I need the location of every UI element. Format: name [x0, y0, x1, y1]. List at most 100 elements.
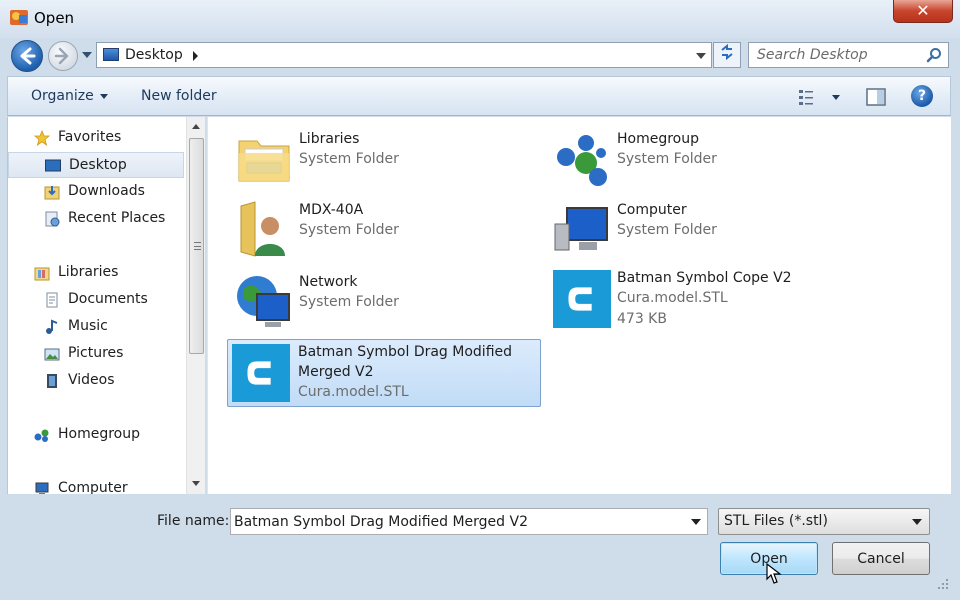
nav-label: Homegroup	[58, 426, 141, 442]
nav-item-downloads[interactable]: Downloads	[8, 179, 184, 205]
file-type: System Folder	[617, 222, 717, 238]
preview-pane-icon[interactable]	[865, 87, 887, 107]
network-icon	[237, 276, 290, 327]
change-view-icon[interactable]	[797, 87, 845, 107]
refresh-button[interactable]	[713, 42, 741, 68]
file-type: System Folder	[617, 151, 717, 167]
file-name: Network	[299, 274, 358, 290]
file-item-homegroup[interactable]: Homegroup System Folder	[547, 125, 859, 191]
close-button[interactable]: ✕	[893, 0, 953, 23]
nav-label: Libraries	[58, 264, 119, 280]
nav-label: Music	[68, 318, 108, 334]
nav-label: Recent Places	[68, 210, 166, 226]
nav-label: Desktop	[69, 157, 127, 173]
file-type: Cura.model.STL	[617, 290, 728, 306]
file-item-batman-cope[interactable]: Batman Symbol Cope V2 Cura.model.STL 473…	[547, 268, 859, 338]
chevron-down-icon[interactable]	[912, 519, 922, 525]
user-folder-icon	[240, 201, 285, 257]
help-icon[interactable]: ?	[911, 85, 933, 107]
new-folder-button[interactable]: New folder	[141, 88, 217, 104]
nav-item-recent-places[interactable]: Recent Places	[8, 206, 184, 232]
navigation-row: Desktop	[0, 38, 960, 76]
cura-icon	[232, 344, 290, 402]
music-icon	[46, 319, 58, 334]
cancel-button-label: Cancel	[857, 551, 905, 567]
recent-pages-dropdown[interactable]	[82, 52, 92, 58]
grip-icon	[194, 242, 201, 250]
libraries-folder-icon	[238, 140, 290, 182]
file-name: Libraries	[299, 131, 360, 147]
scroll-up-icon[interactable]	[192, 124, 200, 129]
recent-places-icon	[45, 211, 60, 227]
nav-item-homegroup[interactable]: Homegroup	[8, 422, 184, 448]
forward-button[interactable]	[48, 41, 78, 71]
nav-item-documents[interactable]: Documents	[8, 287, 184, 313]
command-bar: Organize New folder ?	[7, 76, 951, 116]
file-size: 473 KB	[617, 311, 667, 327]
file-item-batman-drag[interactable]: Batman Symbol Drag Modified Merged V2 Cu…	[227, 339, 541, 407]
file-type: System Folder	[299, 151, 399, 167]
nav-label: Computer	[58, 480, 128, 494]
file-item-mdx-40a[interactable]: MDX-40A System Folder	[229, 196, 541, 262]
homegroup-icon	[557, 135, 607, 186]
file-item-libraries[interactable]: Libraries System Folder	[229, 125, 541, 191]
videos-icon	[47, 374, 57, 388]
search-box[interactable]	[748, 42, 949, 68]
nav-item-favorites[interactable]: Favorites	[8, 125, 184, 151]
app-icon	[10, 10, 28, 25]
desktop-icon	[103, 48, 119, 61]
desktop-icon	[45, 159, 61, 172]
file-name: MDX-40A	[299, 202, 364, 218]
homegroup-icon	[34, 429, 49, 442]
downloads-icon	[44, 186, 60, 200]
nav-item-desktop[interactable]: Desktop	[8, 152, 184, 178]
computer-icon	[554, 207, 608, 251]
cura-icon	[553, 270, 611, 328]
file-name: Batman Symbol Drag Modified Merged V2	[298, 344, 513, 380]
breadcrumb-chevron-icon[interactable]	[193, 51, 198, 61]
cancel-button[interactable]: Cancel	[832, 542, 930, 575]
file-item-computer[interactable]: Computer System Folder	[547, 196, 859, 262]
file-name-combobox[interactable]	[230, 508, 708, 535]
search-input[interactable]	[749, 43, 919, 67]
nav-item-pictures[interactable]: Pictures	[8, 341, 184, 367]
nav-item-computer[interactable]: Computer	[8, 476, 184, 494]
libraries-icon	[34, 267, 50, 281]
file-type: Cura.model.STL	[298, 384, 409, 400]
nav-scrollbar[interactable]	[186, 117, 205, 494]
pictures-icon	[44, 348, 60, 361]
nav-item-videos[interactable]: Videos	[8, 368, 184, 394]
organize-button[interactable]: Organize	[31, 88, 108, 104]
mouse-cursor-icon	[766, 563, 782, 584]
scroll-down-icon[interactable]	[192, 481, 200, 486]
nav-item-libraries[interactable]: Libraries	[8, 260, 184, 286]
resize-grip-icon[interactable]	[937, 578, 949, 590]
file-name-input[interactable]	[231, 509, 681, 534]
file-list: Libraries System Folder Homegroup System…	[207, 117, 951, 494]
nav-label: Documents	[68, 291, 148, 307]
navigation-pane: Favorites Desktop Downloads Recent Place…	[7, 117, 205, 494]
address-bar[interactable]: Desktop	[96, 42, 712, 68]
back-button[interactable]	[11, 40, 43, 72]
computer-icon	[35, 482, 49, 494]
address-location[interactable]: Desktop	[125, 47, 183, 63]
file-type: System Folder	[299, 294, 399, 310]
scroll-thumb[interactable]	[189, 138, 204, 354]
forward-arrow-icon	[54, 47, 69, 65]
star-icon	[34, 130, 50, 146]
nav-label: Downloads	[68, 183, 145, 199]
title-bar: Open ✕	[0, 0, 960, 38]
file-type: System Folder	[299, 222, 399, 238]
refresh-icon	[721, 43, 733, 61]
back-arrow-icon	[20, 47, 36, 65]
file-item-network[interactable]: Network System Folder	[229, 268, 541, 334]
file-type-value: STL Files (*.stl)	[724, 513, 828, 529]
nav-label: Videos	[68, 372, 115, 388]
chevron-down-icon[interactable]	[691, 519, 701, 525]
file-name: Batman Symbol Cope V2	[617, 270, 792, 286]
file-type-select[interactable]: STL Files (*.stl)	[718, 508, 930, 535]
nav-item-music[interactable]: Music	[8, 314, 184, 340]
search-icon[interactable]	[926, 47, 942, 63]
nav-label: Pictures	[68, 345, 124, 361]
address-dropdown-icon[interactable]	[696, 53, 706, 59]
